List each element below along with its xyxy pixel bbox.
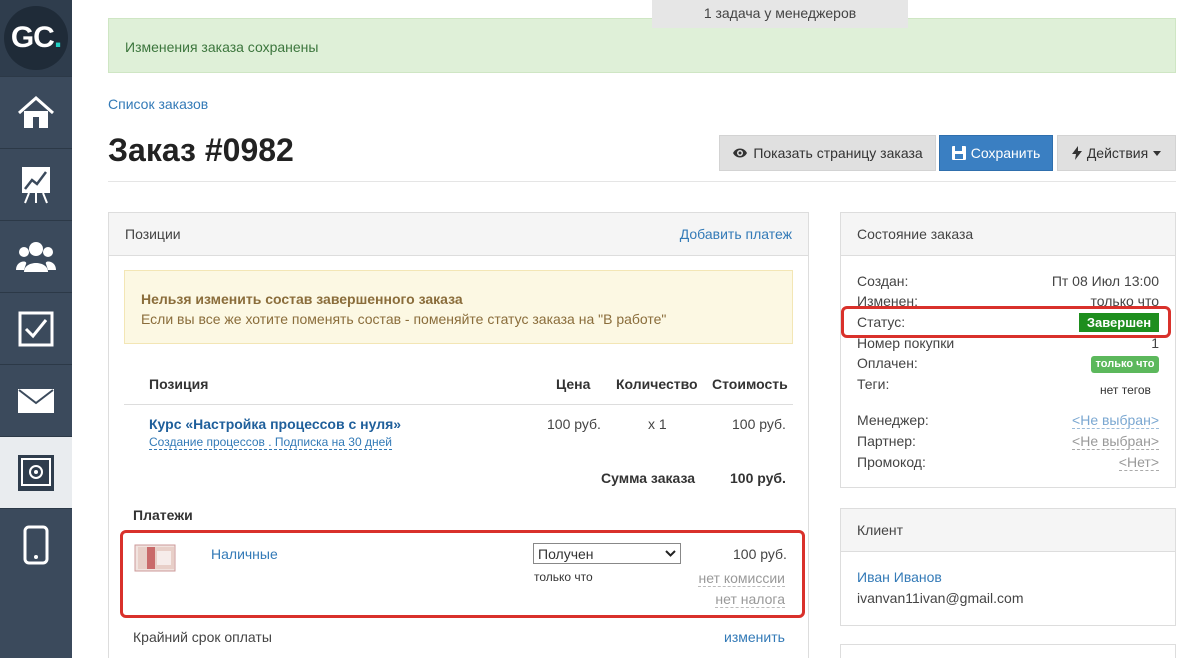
order-sum-value: 100 руб. [730, 470, 786, 486]
floppy-icon [951, 146, 966, 160]
save-label: Сохранить [970, 145, 1041, 161]
promo-label: Промокод: [857, 454, 926, 470]
next-panel [840, 644, 1176, 658]
sidebar-item-mail[interactable] [0, 364, 72, 436]
promo-select-link[interactable]: <Нет> [1118, 454, 1159, 471]
column-quantity: Количество [616, 376, 698, 392]
actions-label: Действия [1086, 145, 1149, 161]
payments-title: Платежи [133, 507, 193, 523]
checkbox-icon [18, 311, 54, 346]
safe-icon [18, 454, 54, 491]
client-panel: Клиент [840, 508, 1176, 626]
payment-time: только что [534, 570, 593, 584]
payment-tax-link[interactable]: нет налога [715, 591, 785, 608]
mail-icon [18, 388, 54, 413]
purchase-number-value[interactable]: 1 [1151, 335, 1159, 351]
logo-text: GC [10, 21, 55, 54]
client-name-link[interactable]: Иван Иванов [857, 569, 942, 585]
add-payment-link[interactable]: Добавить платеж [680, 226, 792, 242]
save-button[interactable]: Сохранить [939, 135, 1053, 171]
payment-status-select[interactable]: Получен [533, 543, 681, 564]
created-label: Создан: [857, 273, 909, 289]
sidebar-item-stats[interactable] [0, 148, 72, 220]
manager-tasks-notice[interactable]: 1 задача у менеджеров [652, 0, 908, 28]
paid-label: Оплачен: [857, 355, 918, 371]
payment-amount: 100 руб. [733, 546, 787, 562]
logo[interactable]: GC. [0, 0, 72, 76]
home-icon [18, 95, 54, 128]
sidebar-item-mobile[interactable] [0, 508, 72, 580]
payment-fee-link[interactable]: нет комиссии [698, 570, 785, 587]
tags-label: Теги: [857, 376, 890, 392]
sidebar-item-tasks[interactable] [0, 292, 72, 364]
order-state-header: Состояние заказа [841, 213, 1175, 256]
sidebar: GC. [0, 0, 72, 658]
order-sum-label: Сумма заказа [601, 470, 696, 486]
logo-mark: GC. [4, 6, 68, 70]
item-price: 100 руб. [547, 416, 601, 432]
table-header-divider [124, 404, 793, 405]
positions-title: Позиции [125, 226, 181, 242]
positions-panel-header: Позиции Добавить платеж [109, 213, 808, 256]
partner-select-link[interactable]: <Не выбран> [1072, 433, 1159, 450]
manager-label: Менеджер: [857, 412, 929, 428]
item-cost: 100 руб. [732, 416, 786, 432]
logo-dot: . [53, 21, 62, 54]
completed-order-warning: Нельзя изменить состав завершенного зака… [124, 270, 793, 344]
payment-status-value: Получен [538, 545, 594, 562]
offer-name-link[interactable]: Курс «Настройка процессов с нуля» [149, 416, 401, 432]
eye-icon [733, 148, 748, 158]
chart-board-icon [22, 166, 50, 203]
payment-deadline-label: Крайний срок оплаты [133, 629, 272, 645]
column-position: Позиция [149, 376, 209, 392]
bolt-icon [1071, 146, 1082, 160]
column-cost: Стоимость [712, 376, 788, 392]
page-title: Заказ #0982 [108, 132, 294, 168]
column-price: Цена [556, 376, 591, 392]
sidebar-item-users[interactable] [0, 220, 72, 292]
paid-badge: только что [1091, 356, 1159, 373]
purchase-number-label: Номер покупки [857, 335, 955, 351]
status-badge[interactable]: Завершен [1079, 313, 1159, 332]
title-divider [108, 181, 1176, 182]
sidebar-item-sales[interactable] [0, 436, 72, 508]
manager-select-link[interactable]: <Не выбран> [1072, 412, 1159, 429]
success-alert: Изменения заказа сохранены [108, 18, 1176, 73]
cash-icon [134, 544, 176, 572]
item-quantity: x 1 [648, 416, 667, 432]
show-order-page-button[interactable]: Показать страницу заказа [719, 135, 936, 171]
breadcrumb-orders-list[interactable]: Список заказов [108, 96, 208, 112]
client-email: ivanvan11ivan@gmail.com [857, 590, 1024, 606]
sidebar-item-home[interactable] [0, 76, 72, 148]
order-state-title: Состояние заказа [857, 226, 974, 242]
tags-value[interactable]: нет тегов [1100, 383, 1151, 397]
mobile-icon [23, 525, 49, 564]
client-title: Клиент [857, 522, 904, 538]
partner-label: Партнер: [857, 433, 916, 449]
caret-down-icon [1153, 150, 1162, 156]
manager-value-wrap: <Не выбран> [1072, 412, 1159, 429]
status-label: Статус: [857, 314, 906, 330]
show-order-page-label: Показать страницу заказа [753, 145, 923, 161]
partner-value-wrap: <Не выбран> [1072, 433, 1159, 450]
users-icon [16, 241, 56, 272]
promo-value-wrap: <Нет> [1118, 454, 1159, 471]
change-deadline-link[interactable]: изменить [724, 629, 785, 645]
actions-dropdown-button[interactable]: Действия [1057, 135, 1176, 171]
chevron-down-icon [665, 550, 676, 557]
warning-title: Нельзя изменить состав завершенного зака… [141, 291, 463, 307]
warning-text: Если вы все же хотите поменять состав - … [141, 311, 667, 327]
created-value: Пт 08 Июл 13:00 [1051, 273, 1159, 289]
payment-method-link[interactable]: Наличные [211, 546, 278, 562]
client-panel-header: Клиент [841, 509, 1175, 552]
offer-details-link[interactable]: Создание процессов . Подписка на 30 дней [149, 435, 392, 450]
